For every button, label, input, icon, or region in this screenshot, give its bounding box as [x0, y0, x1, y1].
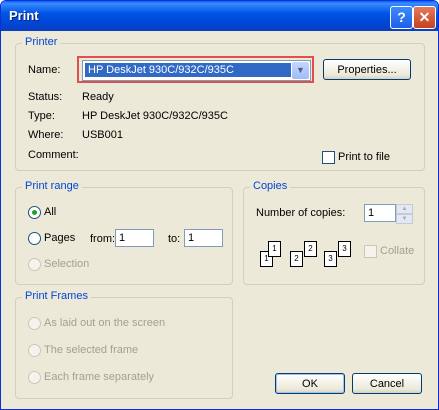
frames-option-each-label: Each frame separately: [44, 371, 155, 383]
selection-radio[interactable]: [28, 258, 41, 271]
print-range-legend: Print range: [22, 180, 82, 192]
number-of-copies-label: Number of copies:: [256, 207, 346, 219]
comment-label: Comment:: [28, 149, 79, 161]
frames-option-selected-radio[interactable]: [28, 344, 41, 357]
where-label: Where:: [28, 129, 64, 141]
status-value: Ready: [82, 91, 114, 103]
where-value: USB001: [82, 129, 123, 141]
collate-label: Collate: [380, 245, 415, 257]
to-label: to:: [168, 233, 181, 245]
all-radio[interactable]: [28, 206, 41, 219]
pages-label[interactable]: Pages: [44, 232, 75, 244]
collate-page: 2: [304, 241, 317, 257]
frames-option-layout-label: As laid out on the screen: [44, 317, 166, 329]
collate-page: 2: [290, 251, 303, 267]
printer-name-value: HP DeskJet 930C/932C/935C: [85, 63, 291, 77]
print-to-file-checkbox[interactable]: [322, 151, 335, 164]
print-to-file-label[interactable]: Print to file: [338, 151, 390, 163]
collate-page: 3: [338, 241, 351, 257]
collate-checkbox[interactable]: [364, 245, 377, 258]
radio-selected-dot: [32, 210, 37, 215]
type-value: HP DeskJet 930C/932C/935C: [82, 110, 228, 122]
window-title: Print: [9, 8, 39, 23]
collate-illustration-icon: 1 1 2 2 3 3: [256, 235, 356, 271]
ok-button[interactable]: OK: [275, 373, 345, 394]
copies-spinner[interactable]: ▲ ▼: [396, 204, 413, 224]
cancel-button[interactable]: Cancel: [352, 373, 422, 394]
properties-button[interactable]: Properties...: [323, 59, 411, 80]
number-of-copies-input[interactable]: 1: [364, 204, 396, 222]
from-input[interactable]: 1: [115, 229, 154, 247]
close-icon[interactable]: ✕: [413, 6, 436, 29]
to-input[interactable]: 1: [184, 229, 223, 247]
status-label: Status:: [28, 91, 63, 103]
help-icon[interactable]: ?: [390, 6, 413, 29]
frames-option-layout-radio[interactable]: [28, 317, 41, 330]
chevron-down-icon[interactable]: ▼: [292, 62, 309, 79]
printer-name-select[interactable]: HP DeskJet 930C/932C/935C ▼: [82, 60, 311, 81]
frames-option-each-radio[interactable]: [28, 371, 41, 384]
collate-page: 1: [268, 241, 281, 257]
spin-up-icon[interactable]: ▲: [396, 204, 413, 214]
all-label[interactable]: All: [44, 206, 56, 218]
pages-radio[interactable]: [28, 232, 41, 245]
copies-legend: Copies: [250, 180, 291, 192]
printer-legend: Printer: [22, 36, 61, 48]
print-frames-legend: Print Frames: [22, 290, 91, 302]
print-dialog: Print ? ✕ Printer Name: HP DeskJet 930C/…: [0, 0, 439, 410]
title-bar[interactable]: Print ? ✕: [1, 1, 438, 31]
name-label: Name:: [28, 64, 61, 76]
collate-page: 3: [324, 251, 337, 267]
frames-option-selected-label: The selected frame: [44, 344, 139, 356]
selection-label: Selection: [44, 258, 90, 270]
spin-down-icon[interactable]: ▼: [396, 214, 413, 224]
from-label: from:: [90, 233, 116, 245]
type-label: Type:: [28, 110, 55, 122]
